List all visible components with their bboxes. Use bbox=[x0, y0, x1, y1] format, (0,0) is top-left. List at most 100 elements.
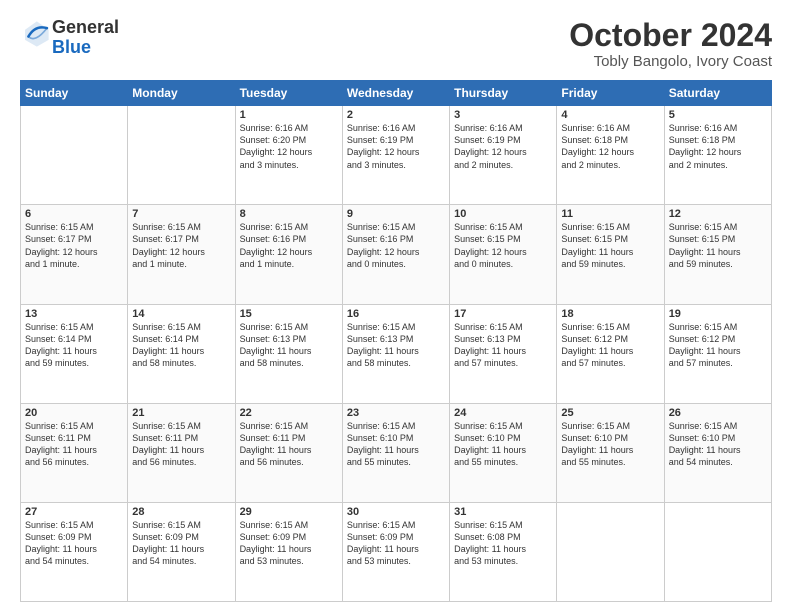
day-info: Sunrise: 6:15 AM Sunset: 6:10 PM Dayligh… bbox=[669, 420, 767, 469]
day-info: Sunrise: 6:15 AM Sunset: 6:09 PM Dayligh… bbox=[25, 519, 123, 568]
day-number: 20 bbox=[25, 407, 123, 419]
calendar-cell: 15Sunrise: 6:15 AM Sunset: 6:13 PM Dayli… bbox=[235, 304, 342, 403]
calendar-week-3: 13Sunrise: 6:15 AM Sunset: 6:14 PM Dayli… bbox=[21, 304, 772, 403]
logo: General Blue bbox=[20, 18, 119, 58]
calendar-cell: 2Sunrise: 6:16 AM Sunset: 6:19 PM Daylig… bbox=[342, 106, 449, 205]
calendar-cell: 9Sunrise: 6:15 AM Sunset: 6:16 PM Daylig… bbox=[342, 205, 449, 304]
calendar-cell: 26Sunrise: 6:15 AM Sunset: 6:10 PM Dayli… bbox=[664, 403, 771, 502]
day-number: 18 bbox=[561, 308, 659, 320]
calendar-cell bbox=[557, 502, 664, 601]
day-number: 31 bbox=[454, 506, 552, 518]
day-number: 25 bbox=[561, 407, 659, 419]
day-info: Sunrise: 6:15 AM Sunset: 6:14 PM Dayligh… bbox=[132, 321, 230, 370]
day-info: Sunrise: 6:16 AM Sunset: 6:18 PM Dayligh… bbox=[561, 122, 659, 171]
day-info: Sunrise: 6:16 AM Sunset: 6:19 PM Dayligh… bbox=[347, 122, 445, 171]
day-info: Sunrise: 6:15 AM Sunset: 6:13 PM Dayligh… bbox=[454, 321, 552, 370]
day-info: Sunrise: 6:15 AM Sunset: 6:11 PM Dayligh… bbox=[240, 420, 338, 469]
day-info: Sunrise: 6:15 AM Sunset: 6:15 PM Dayligh… bbox=[454, 221, 552, 270]
calendar-cell: 24Sunrise: 6:15 AM Sunset: 6:10 PM Dayli… bbox=[450, 403, 557, 502]
day-info: Sunrise: 6:15 AM Sunset: 6:11 PM Dayligh… bbox=[132, 420, 230, 469]
day-info: Sunrise: 6:15 AM Sunset: 6:09 PM Dayligh… bbox=[347, 519, 445, 568]
day-number: 23 bbox=[347, 407, 445, 419]
calendar-cell: 28Sunrise: 6:15 AM Sunset: 6:09 PM Dayli… bbox=[128, 502, 235, 601]
calendar-cell: 5Sunrise: 6:16 AM Sunset: 6:18 PM Daylig… bbox=[664, 106, 771, 205]
calendar-cell: 18Sunrise: 6:15 AM Sunset: 6:12 PM Dayli… bbox=[557, 304, 664, 403]
calendar-cell: 20Sunrise: 6:15 AM Sunset: 6:11 PM Dayli… bbox=[21, 403, 128, 502]
day-info: Sunrise: 6:15 AM Sunset: 6:17 PM Dayligh… bbox=[25, 221, 123, 270]
calendar-cell: 3Sunrise: 6:16 AM Sunset: 6:19 PM Daylig… bbox=[450, 106, 557, 205]
calendar-cell: 19Sunrise: 6:15 AM Sunset: 6:12 PM Dayli… bbox=[664, 304, 771, 403]
day-number: 30 bbox=[347, 506, 445, 518]
day-info: Sunrise: 6:15 AM Sunset: 6:10 PM Dayligh… bbox=[561, 420, 659, 469]
day-info: Sunrise: 6:15 AM Sunset: 6:08 PM Dayligh… bbox=[454, 519, 552, 568]
calendar-table: SundayMondayTuesdayWednesdayThursdayFrid… bbox=[20, 80, 772, 602]
day-number: 12 bbox=[669, 208, 767, 220]
day-info: Sunrise: 6:15 AM Sunset: 6:09 PM Dayligh… bbox=[240, 519, 338, 568]
calendar-cell: 14Sunrise: 6:15 AM Sunset: 6:14 PM Dayli… bbox=[128, 304, 235, 403]
day-number: 24 bbox=[454, 407, 552, 419]
day-number: 5 bbox=[669, 109, 767, 121]
calendar-cell: 8Sunrise: 6:15 AM Sunset: 6:16 PM Daylig… bbox=[235, 205, 342, 304]
logo-icon bbox=[20, 18, 52, 50]
calendar-header-friday: Friday bbox=[557, 81, 664, 106]
calendar-cell bbox=[21, 106, 128, 205]
day-number: 16 bbox=[347, 308, 445, 320]
day-info: Sunrise: 6:15 AM Sunset: 6:14 PM Dayligh… bbox=[25, 321, 123, 370]
calendar-cell: 25Sunrise: 6:15 AM Sunset: 6:10 PM Dayli… bbox=[557, 403, 664, 502]
calendar-cell: 17Sunrise: 6:15 AM Sunset: 6:13 PM Dayli… bbox=[450, 304, 557, 403]
main-title: October 2024 bbox=[569, 18, 772, 53]
day-number: 21 bbox=[132, 407, 230, 419]
calendar-cell: 12Sunrise: 6:15 AM Sunset: 6:15 PM Dayli… bbox=[664, 205, 771, 304]
day-number: 4 bbox=[561, 109, 659, 121]
calendar-cell bbox=[664, 502, 771, 601]
calendar-header-sunday: Sunday bbox=[21, 81, 128, 106]
calendar-cell: 4Sunrise: 6:16 AM Sunset: 6:18 PM Daylig… bbox=[557, 106, 664, 205]
calendar-header-saturday: Saturday bbox=[664, 81, 771, 106]
day-info: Sunrise: 6:15 AM Sunset: 6:15 PM Dayligh… bbox=[669, 221, 767, 270]
calendar-cell: 29Sunrise: 6:15 AM Sunset: 6:09 PM Dayli… bbox=[235, 502, 342, 601]
day-info: Sunrise: 6:15 AM Sunset: 6:16 PM Dayligh… bbox=[347, 221, 445, 270]
day-info: Sunrise: 6:15 AM Sunset: 6:12 PM Dayligh… bbox=[561, 321, 659, 370]
day-info: Sunrise: 6:15 AM Sunset: 6:09 PM Dayligh… bbox=[132, 519, 230, 568]
calendar-week-2: 6Sunrise: 6:15 AM Sunset: 6:17 PM Daylig… bbox=[21, 205, 772, 304]
calendar-cell: 11Sunrise: 6:15 AM Sunset: 6:15 PM Dayli… bbox=[557, 205, 664, 304]
calendar-cell: 21Sunrise: 6:15 AM Sunset: 6:11 PM Dayli… bbox=[128, 403, 235, 502]
day-info: Sunrise: 6:15 AM Sunset: 6:16 PM Dayligh… bbox=[240, 221, 338, 270]
page: General Blue October 2024 Tobly Bangolo,… bbox=[0, 0, 792, 612]
calendar-week-5: 27Sunrise: 6:15 AM Sunset: 6:09 PM Dayli… bbox=[21, 502, 772, 601]
day-number: 29 bbox=[240, 506, 338, 518]
calendar-cell: 27Sunrise: 6:15 AM Sunset: 6:09 PM Dayli… bbox=[21, 502, 128, 601]
calendar-cell: 1Sunrise: 6:16 AM Sunset: 6:20 PM Daylig… bbox=[235, 106, 342, 205]
day-number: 14 bbox=[132, 308, 230, 320]
calendar-cell: 10Sunrise: 6:15 AM Sunset: 6:15 PM Dayli… bbox=[450, 205, 557, 304]
day-info: Sunrise: 6:15 AM Sunset: 6:17 PM Dayligh… bbox=[132, 221, 230, 270]
calendar-cell: 30Sunrise: 6:15 AM Sunset: 6:09 PM Dayli… bbox=[342, 502, 449, 601]
day-number: 2 bbox=[347, 109, 445, 121]
day-info: Sunrise: 6:15 AM Sunset: 6:10 PM Dayligh… bbox=[347, 420, 445, 469]
calendar-header-thursday: Thursday bbox=[450, 81, 557, 106]
day-number: 28 bbox=[132, 506, 230, 518]
day-number: 17 bbox=[454, 308, 552, 320]
day-info: Sunrise: 6:16 AM Sunset: 6:18 PM Dayligh… bbox=[669, 122, 767, 171]
day-number: 11 bbox=[561, 208, 659, 220]
subtitle: Tobly Bangolo, Ivory Coast bbox=[569, 53, 772, 70]
header: General Blue October 2024 Tobly Bangolo,… bbox=[20, 18, 772, 70]
calendar-cell bbox=[128, 106, 235, 205]
day-number: 10 bbox=[454, 208, 552, 220]
day-number: 27 bbox=[25, 506, 123, 518]
day-number: 13 bbox=[25, 308, 123, 320]
day-number: 3 bbox=[454, 109, 552, 121]
calendar-header-monday: Monday bbox=[128, 81, 235, 106]
day-info: Sunrise: 6:15 AM Sunset: 6:15 PM Dayligh… bbox=[561, 221, 659, 270]
logo-text: General Blue bbox=[52, 18, 119, 58]
calendar-week-1: 1Sunrise: 6:16 AM Sunset: 6:20 PM Daylig… bbox=[21, 106, 772, 205]
day-info: Sunrise: 6:15 AM Sunset: 6:10 PM Dayligh… bbox=[454, 420, 552, 469]
calendar-cell: 6Sunrise: 6:15 AM Sunset: 6:17 PM Daylig… bbox=[21, 205, 128, 304]
day-info: Sunrise: 6:16 AM Sunset: 6:19 PM Dayligh… bbox=[454, 122, 552, 171]
calendar-header-row: SundayMondayTuesdayWednesdayThursdayFrid… bbox=[21, 81, 772, 106]
calendar-header-wednesday: Wednesday bbox=[342, 81, 449, 106]
calendar-cell: 22Sunrise: 6:15 AM Sunset: 6:11 PM Dayli… bbox=[235, 403, 342, 502]
day-number: 7 bbox=[132, 208, 230, 220]
calendar-cell: 7Sunrise: 6:15 AM Sunset: 6:17 PM Daylig… bbox=[128, 205, 235, 304]
day-number: 8 bbox=[240, 208, 338, 220]
